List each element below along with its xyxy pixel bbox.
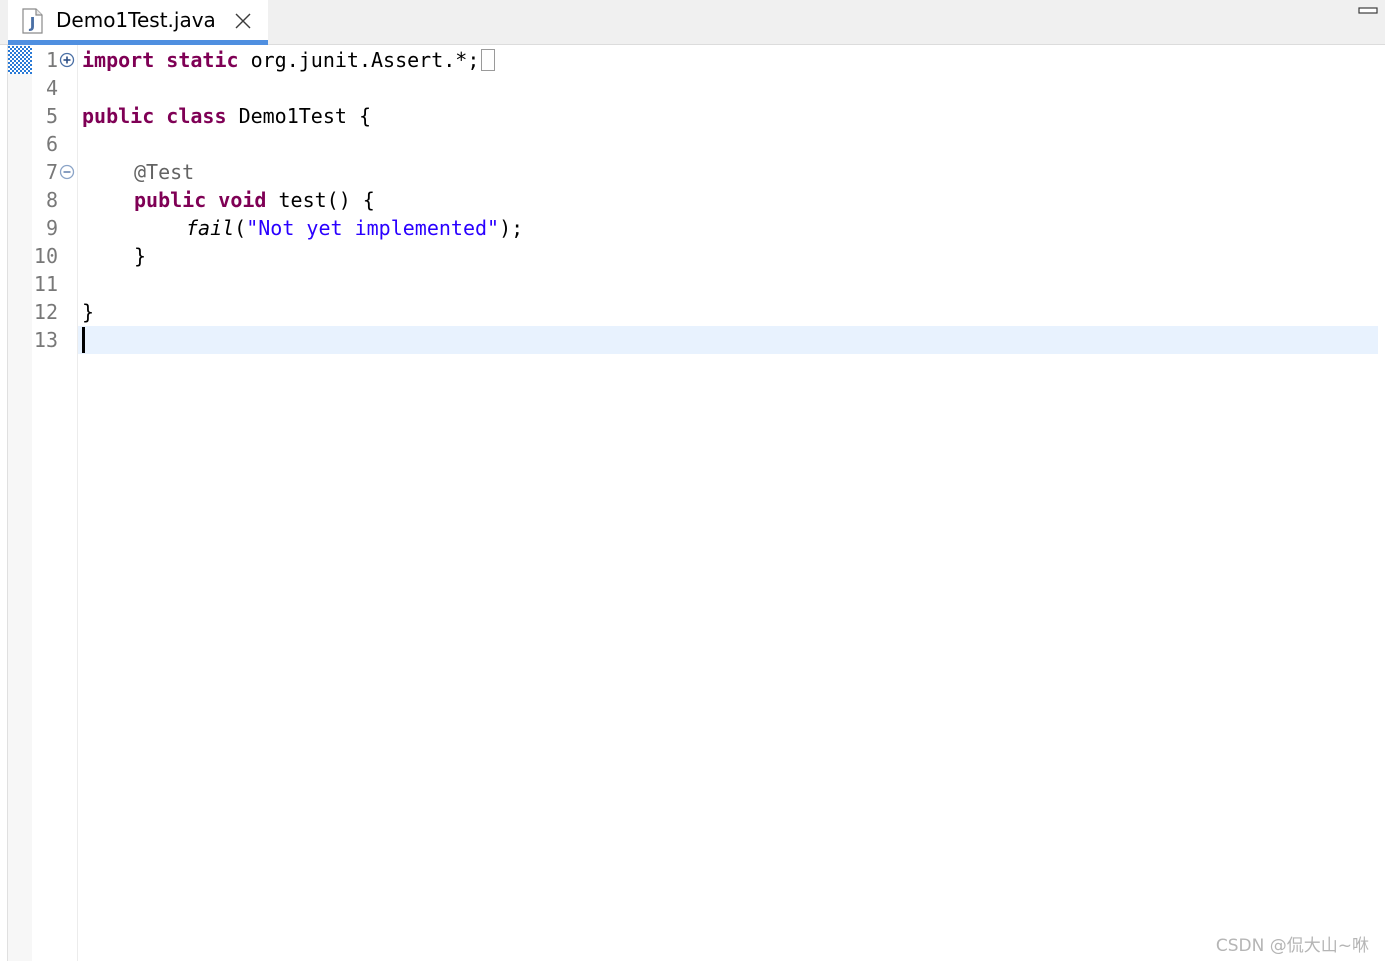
closing-brace: } (134, 244, 147, 268)
line-number: 7 (45, 160, 58, 184)
code-line-10: } (134, 242, 146, 270)
code-editor[interactable]: import static org.junit.Assert.*; public… (82, 46, 1378, 946)
line-number: 9 (45, 216, 58, 240)
line-number: 10 (33, 244, 58, 268)
annotation: @Test (134, 160, 195, 184)
code-line-1: import static org.junit.Assert.*; (82, 46, 496, 74)
keyword: import (82, 48, 155, 72)
method-call: fail (186, 216, 235, 240)
java-file-icon: J (22, 8, 43, 34)
method-declaration: test() { (278, 188, 375, 212)
keyword: class (166, 104, 227, 128)
line-number: 1 (45, 48, 58, 72)
close-icon[interactable] (234, 12, 252, 30)
code-line-5: public class Demo1Test { (82, 102, 371, 130)
keyword: void (218, 188, 267, 212)
line-number: 12 (33, 300, 58, 324)
keyword: public (134, 188, 207, 212)
editor-tab[interactable]: J Demo1Test.java (8, 0, 268, 45)
text-caret (82, 327, 85, 353)
close-paren: ); (499, 216, 524, 240)
line-number: 11 (33, 272, 58, 296)
class-declaration: Demo1Test { (238, 104, 372, 128)
keyword: public (82, 104, 155, 128)
line-number: 6 (45, 132, 58, 156)
fold-collapse-icon[interactable] (59, 164, 75, 180)
minimize-icon[interactable] (1358, 6, 1378, 16)
editor-window: J Demo1Test.java 1 4 5 6 7 8 9 10 11 12 … (0, 0, 1385, 961)
code-line-7: @Test (134, 158, 194, 186)
fold-expand-icon[interactable] (59, 52, 75, 68)
folded-imports-indicator[interactable] (481, 49, 496, 71)
svg-text:J: J (29, 14, 36, 32)
line-number: 8 (45, 188, 58, 212)
line-number: 5 (45, 104, 58, 128)
string-literal: "Not yet implemented" (246, 216, 500, 240)
import-path: org.junit.Assert.*; (250, 48, 480, 72)
editor-tab-bar: J Demo1Test.java (0, 0, 1385, 45)
code-line-9: fail("Not yet implemented"); (186, 214, 523, 242)
keyword: static (166, 48, 239, 72)
open-paren: ( (234, 216, 247, 240)
closing-brace: } (82, 300, 95, 324)
tab-title: Demo1Test.java (56, 8, 216, 32)
line-number: 13 (33, 328, 58, 352)
code-line-12: } (82, 298, 94, 326)
line-number: 4 (45, 76, 58, 100)
code-line-8: public void test() { (134, 186, 375, 214)
watermark: CSDN @侃大山~咻 (1215, 936, 1369, 956)
